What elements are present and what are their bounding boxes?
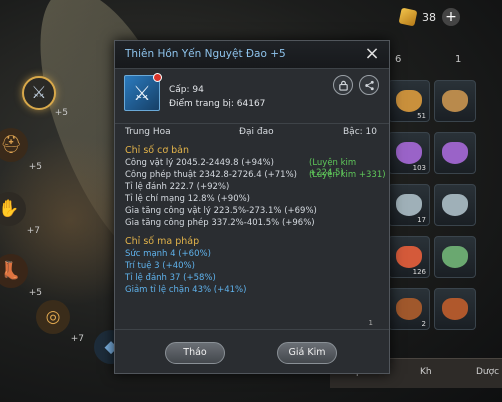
inventory-cell[interactable] <box>434 80 476 122</box>
item-helmet-icon <box>396 194 422 216</box>
stat-magic-bonus: Gia tăng công phép 337.2%-401.5% (+96%) <box>125 218 315 228</box>
helmet-icon: ⛑ <box>0 135 22 155</box>
inventory-cell[interactable] <box>434 132 476 174</box>
item-gauntlet-icon <box>442 298 468 320</box>
item-score: Điểm trang bị: 64167 <box>169 99 266 109</box>
inventory-page-num: 1 <box>455 54 462 65</box>
stat-intellect: Trí tuệ 3 (+40%) <box>125 261 195 271</box>
alert-dot-icon <box>153 73 162 82</box>
inventory-cell[interactable]: 17 <box>388 184 430 226</box>
divider <box>115 123 389 124</box>
glove-icon: ✋ <box>0 199 20 219</box>
item-meta: Cấp: 94 Điểm trang bị: 64167 <box>169 83 265 111</box>
inventory-cell[interactable] <box>434 184 476 226</box>
close-button[interactable]: × <box>363 45 381 63</box>
item-faction: Trung Hoa <box>125 127 171 137</box>
gold-ingot-icon <box>398 7 418 27</box>
item-lotus-icon <box>396 246 422 268</box>
stat-block-reduction: Giảm tỉ lệ chặn 43% (+41%) <box>125 285 247 295</box>
item-count: 17 <box>417 216 426 224</box>
item-level: Cấp: 94 <box>169 85 204 95</box>
magic-stats-title: Chỉ số ma pháp <box>125 236 200 247</box>
inventory-page-num: 6 <box>395 54 402 65</box>
item-count: 103 <box>412 164 426 172</box>
item-count: 126 <box>412 268 426 276</box>
slot-level: +5 <box>54 108 68 118</box>
boot-icon: 👢 <box>0 261 22 281</box>
item-name-title: Thiên Hồn Yến Nguyệt Đao +5 <box>125 48 286 60</box>
equip-slot-weapon[interactable]: ⚔ +5 <box>22 76 68 118</box>
currency-count: 38 <box>422 10 436 24</box>
slot-level: +5 <box>28 162 42 172</box>
sword-icon: ⚔ <box>31 83 47 103</box>
stat-magic-refine: (Luyện kim +331) <box>309 170 386 180</box>
item-portrait: ⚔ <box>124 73 162 111</box>
lock-button[interactable] <box>333 75 353 95</box>
stat-crit-rate: Tỉ lệ chí mạng 12.8% (+90%) <box>125 194 250 204</box>
inventory-cell[interactable]: 2 <box>388 288 430 330</box>
currency-bar: 38 + <box>398 7 460 27</box>
inventory-cell[interactable]: 103 <box>388 132 430 174</box>
stat-physical-attack: Công vật lý 2045.2-2449.8 (+94%) <box>125 158 274 168</box>
tab-materials[interactable]: Kh <box>420 367 432 377</box>
item-count: 51 <box>417 112 426 120</box>
item-boots-icon <box>442 90 468 112</box>
page-indicator: 1 <box>368 319 373 327</box>
stat-magic-attack: Công phép thuật 2342.8-2726.4 (+71%) <box>125 170 297 180</box>
slot-level: +7 <box>70 334 84 344</box>
stat-strength: Sức mạnh 4 (+60%) <box>125 249 211 259</box>
add-currency-button[interactable]: + <box>442 8 460 26</box>
slot-level: +7 <box>26 226 40 236</box>
item-bracer-icon <box>396 298 422 320</box>
stat-hit-bonus: Tỉ lệ đánh 37 (+58%) <box>125 273 216 283</box>
stat-physical-bonus: Gia tăng công vật lý 223.5%-273.1% (+69%… <box>125 206 317 216</box>
inventory-cell[interactable] <box>434 288 476 330</box>
stat-hit-rate: Tỉ lệ đánh 222.7 (+92%) <box>125 182 230 192</box>
inventory-grid: 51 103 17 126 2 <box>384 80 502 338</box>
slot-level: +5 <box>28 288 42 298</box>
inventory-cell[interactable]: 126 <box>388 236 430 278</box>
item-tier: Bậc: 10 <box>343 127 377 137</box>
dialog-header: Thiên Hồn Yến Nguyệt Đao +5 × <box>115 41 389 69</box>
tab-medicine[interactable]: Dược <box>476 367 499 377</box>
unequip-button[interactable]: Tháo <box>165 342 225 364</box>
share-icon <box>364 80 374 90</box>
basic-stats-title: Chỉ số cơ bản <box>125 145 190 156</box>
blade-icon: ⚔ <box>133 81 151 105</box>
equip-slot-ring[interactable]: ◎ +7 <box>36 300 84 344</box>
dialog-footer: Tháo Giá Kim <box>115 329 389 375</box>
item-detail-dialog: Thiên Hồn Yến Nguyệt Đao +5 × ⚔ Cấp: 94 … <box>114 40 390 374</box>
refine-button[interactable]: Giá Kim <box>277 342 337 364</box>
share-button[interactable] <box>359 75 379 95</box>
item-weapon-type: Đại đao <box>239 127 274 137</box>
inventory-cell[interactable] <box>434 236 476 278</box>
item-lotus-icon <box>442 246 468 268</box>
item-potion-icon <box>442 142 468 164</box>
item-potion-icon <box>396 142 422 164</box>
lock-icon <box>338 80 348 91</box>
item-sack-icon <box>396 90 422 112</box>
inventory-cell[interactable]: 51 <box>388 80 430 122</box>
item-helmet-icon <box>442 194 468 216</box>
ring-icon: ◎ <box>45 307 61 327</box>
item-count: 2 <box>421 320 426 328</box>
